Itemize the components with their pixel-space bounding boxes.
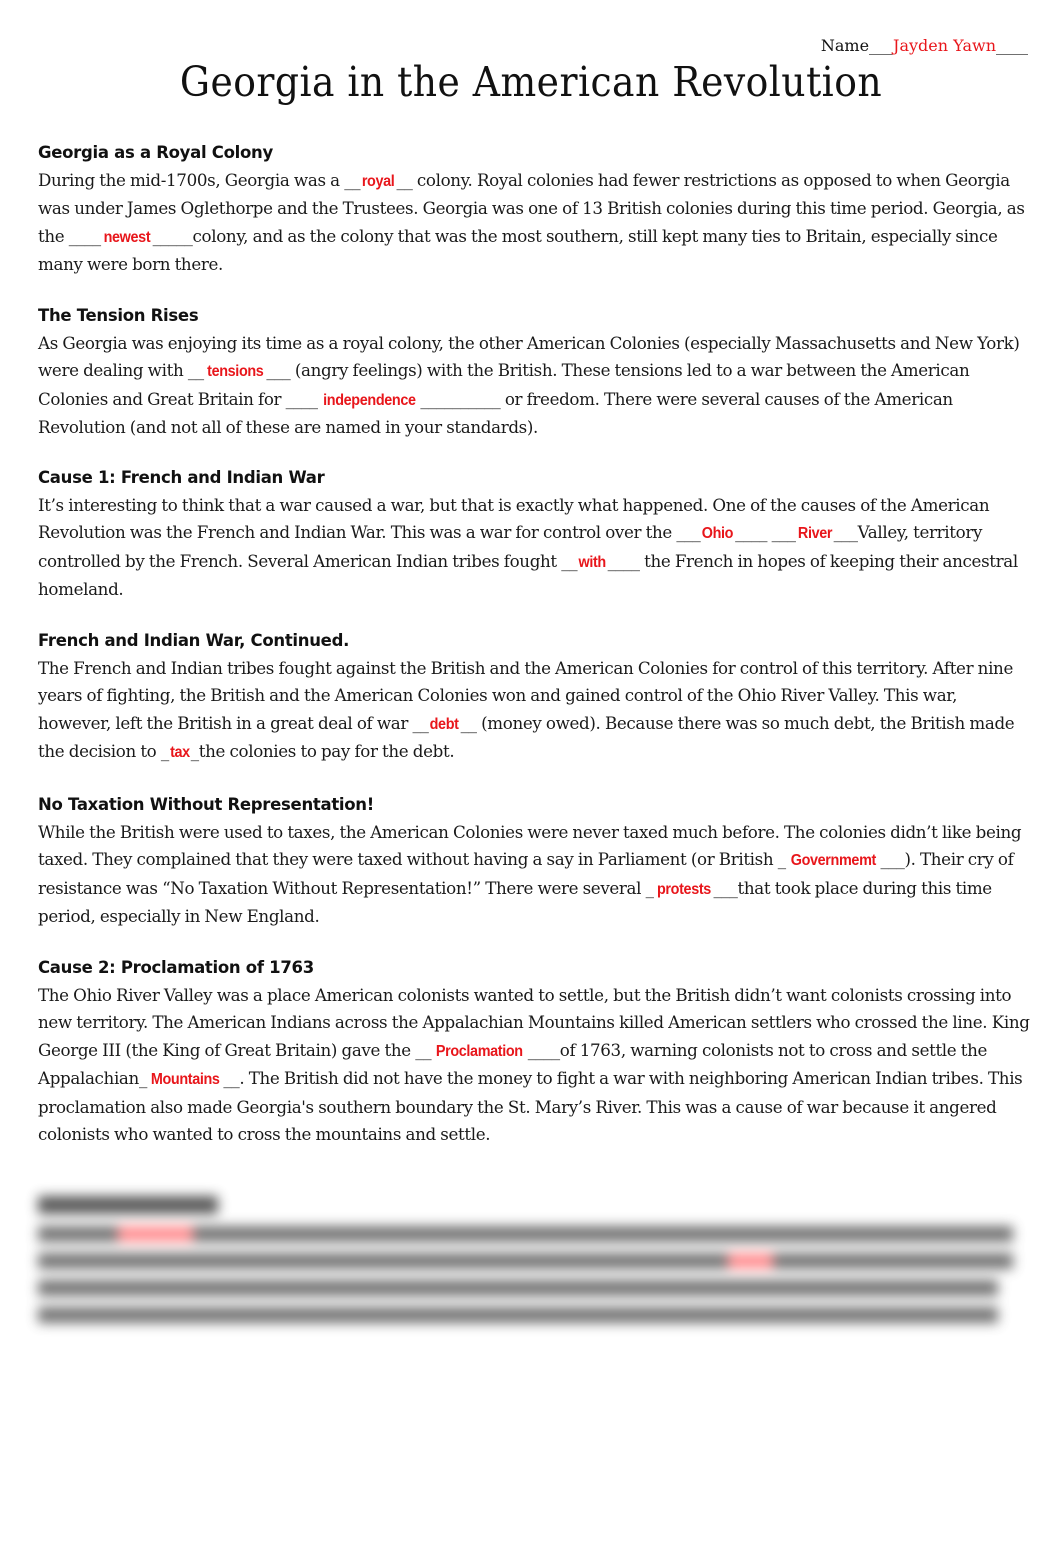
section-heading: The Tension Rises bbox=[38, 306, 199, 325]
blank-line: ___ bbox=[676, 522, 701, 543]
answer-independence: independence bbox=[322, 391, 416, 409]
blurred-line bbox=[38, 1307, 998, 1323]
section-fiw-continued: French and Indian War, Continued. The Fr… bbox=[38, 630, 1033, 767]
blank-line: _ bbox=[138, 1068, 147, 1089]
blank-line: ___ bbox=[833, 522, 858, 543]
worksheet-page: Name___Jayden Yawn____ Georgia in the Am… bbox=[0, 0, 1062, 1556]
blank-line: __ bbox=[187, 360, 204, 381]
section-paragraph: The French and Indian tribes fought agai… bbox=[38, 655, 1033, 767]
blurred-line bbox=[38, 1253, 1013, 1269]
section-paragraph: The Ohio River Valley was a place Americ… bbox=[38, 982, 1033, 1148]
blurred-answer bbox=[728, 1253, 773, 1269]
answer-government: Governmemt bbox=[790, 852, 876, 870]
blank-line: __ bbox=[460, 712, 477, 733]
student-name: Jayden Yawn bbox=[893, 36, 996, 55]
section-no-taxation: No Taxation Without Representation! Whil… bbox=[38, 794, 1033, 931]
answer-newest: newest bbox=[103, 228, 150, 246]
name-label: Name bbox=[820, 36, 870, 55]
name-blank-after: ____ bbox=[996, 36, 1028, 55]
answer-proclamation: Proclamation bbox=[436, 1042, 523, 1060]
text: the colonies to pay for the debt. bbox=[198, 741, 455, 762]
blank-line: ___ bbox=[771, 522, 796, 543]
blank-line: _ bbox=[160, 741, 169, 762]
blank-line: ____ bbox=[735, 522, 768, 543]
blank-line: ____ bbox=[68, 225, 101, 246]
blurred-line bbox=[38, 1280, 998, 1296]
section-royal-colony: Georgia as a Royal Colony During the mid… bbox=[38, 142, 1033, 279]
answer-river: River bbox=[797, 525, 833, 543]
text: During the mid-1700s, Georgia was a bbox=[38, 170, 345, 190]
section-tension-rises: The Tension Rises As Georgia was enjoyin… bbox=[38, 305, 1033, 442]
section-heading: French and Indian War, Continued. bbox=[38, 631, 350, 650]
answer-protests: protests bbox=[656, 880, 711, 898]
name-blank-before: ___ bbox=[869, 36, 894, 55]
section-cause-1: Cause 1: French and Indian War It’s inte… bbox=[38, 467, 1033, 604]
blank-line: __ bbox=[412, 712, 429, 733]
section-paragraph: It’s interesting to think that a war cau… bbox=[38, 492, 1033, 604]
blank-line: __ bbox=[561, 550, 578, 571]
section-cause-2: Cause 2: Proclamation of 1763 The Ohio R… bbox=[38, 957, 1033, 1148]
blank-line: _ bbox=[777, 849, 786, 870]
answer-with: with bbox=[578, 553, 607, 571]
blank-line: _____ bbox=[152, 225, 193, 246]
blank-line: ___ bbox=[266, 360, 291, 381]
blurred-section bbox=[38, 1196, 1023, 1336]
blank-line: __ bbox=[344, 170, 361, 190]
answer-tensions: tensions bbox=[206, 363, 264, 381]
blurred-answer bbox=[118, 1226, 193, 1242]
blank-line: __________ bbox=[420, 388, 501, 409]
blank-line: _ bbox=[190, 741, 199, 762]
blurred-heading bbox=[38, 1196, 218, 1214]
blank-line: ___ bbox=[880, 849, 905, 870]
answer-debt: debt bbox=[430, 715, 460, 733]
blank-line: __ bbox=[415, 1039, 432, 1060]
blank-line: _ bbox=[645, 877, 654, 898]
answer-mountains: Mountains bbox=[150, 1071, 220, 1089]
blank-line: ___ bbox=[713, 877, 738, 898]
answer-royal: royal bbox=[362, 173, 395, 190]
student-name-line: Name___Jayden Yawn____ bbox=[821, 36, 1028, 55]
answer-tax: tax bbox=[169, 744, 190, 762]
blank-line: ____ bbox=[527, 1039, 560, 1060]
section-paragraph: During the mid-1700s, Georgia was a __ ro… bbox=[38, 167, 1033, 279]
blank-line: ____ bbox=[607, 550, 640, 571]
blank-line: ____ bbox=[285, 388, 318, 409]
blurred-line bbox=[38, 1226, 1013, 1242]
section-paragraph: While the British were used to taxes, th… bbox=[38, 819, 1033, 931]
section-paragraph: As Georgia was enjoying its time as a ro… bbox=[38, 330, 1033, 442]
section-heading: No Taxation Without Representation! bbox=[38, 795, 374, 814]
page-title: Georgia in the American Revolution bbox=[179, 58, 883, 106]
blank-line: __ bbox=[396, 170, 413, 190]
answer-ohio: Ohio bbox=[702, 525, 734, 543]
section-heading: Georgia as a Royal Colony bbox=[38, 143, 273, 162]
section-heading: Cause 1: French and Indian War bbox=[38, 468, 325, 487]
blank-line: __ bbox=[223, 1068, 240, 1089]
section-heading: Cause 2: Proclamation of 1763 bbox=[38, 958, 314, 977]
